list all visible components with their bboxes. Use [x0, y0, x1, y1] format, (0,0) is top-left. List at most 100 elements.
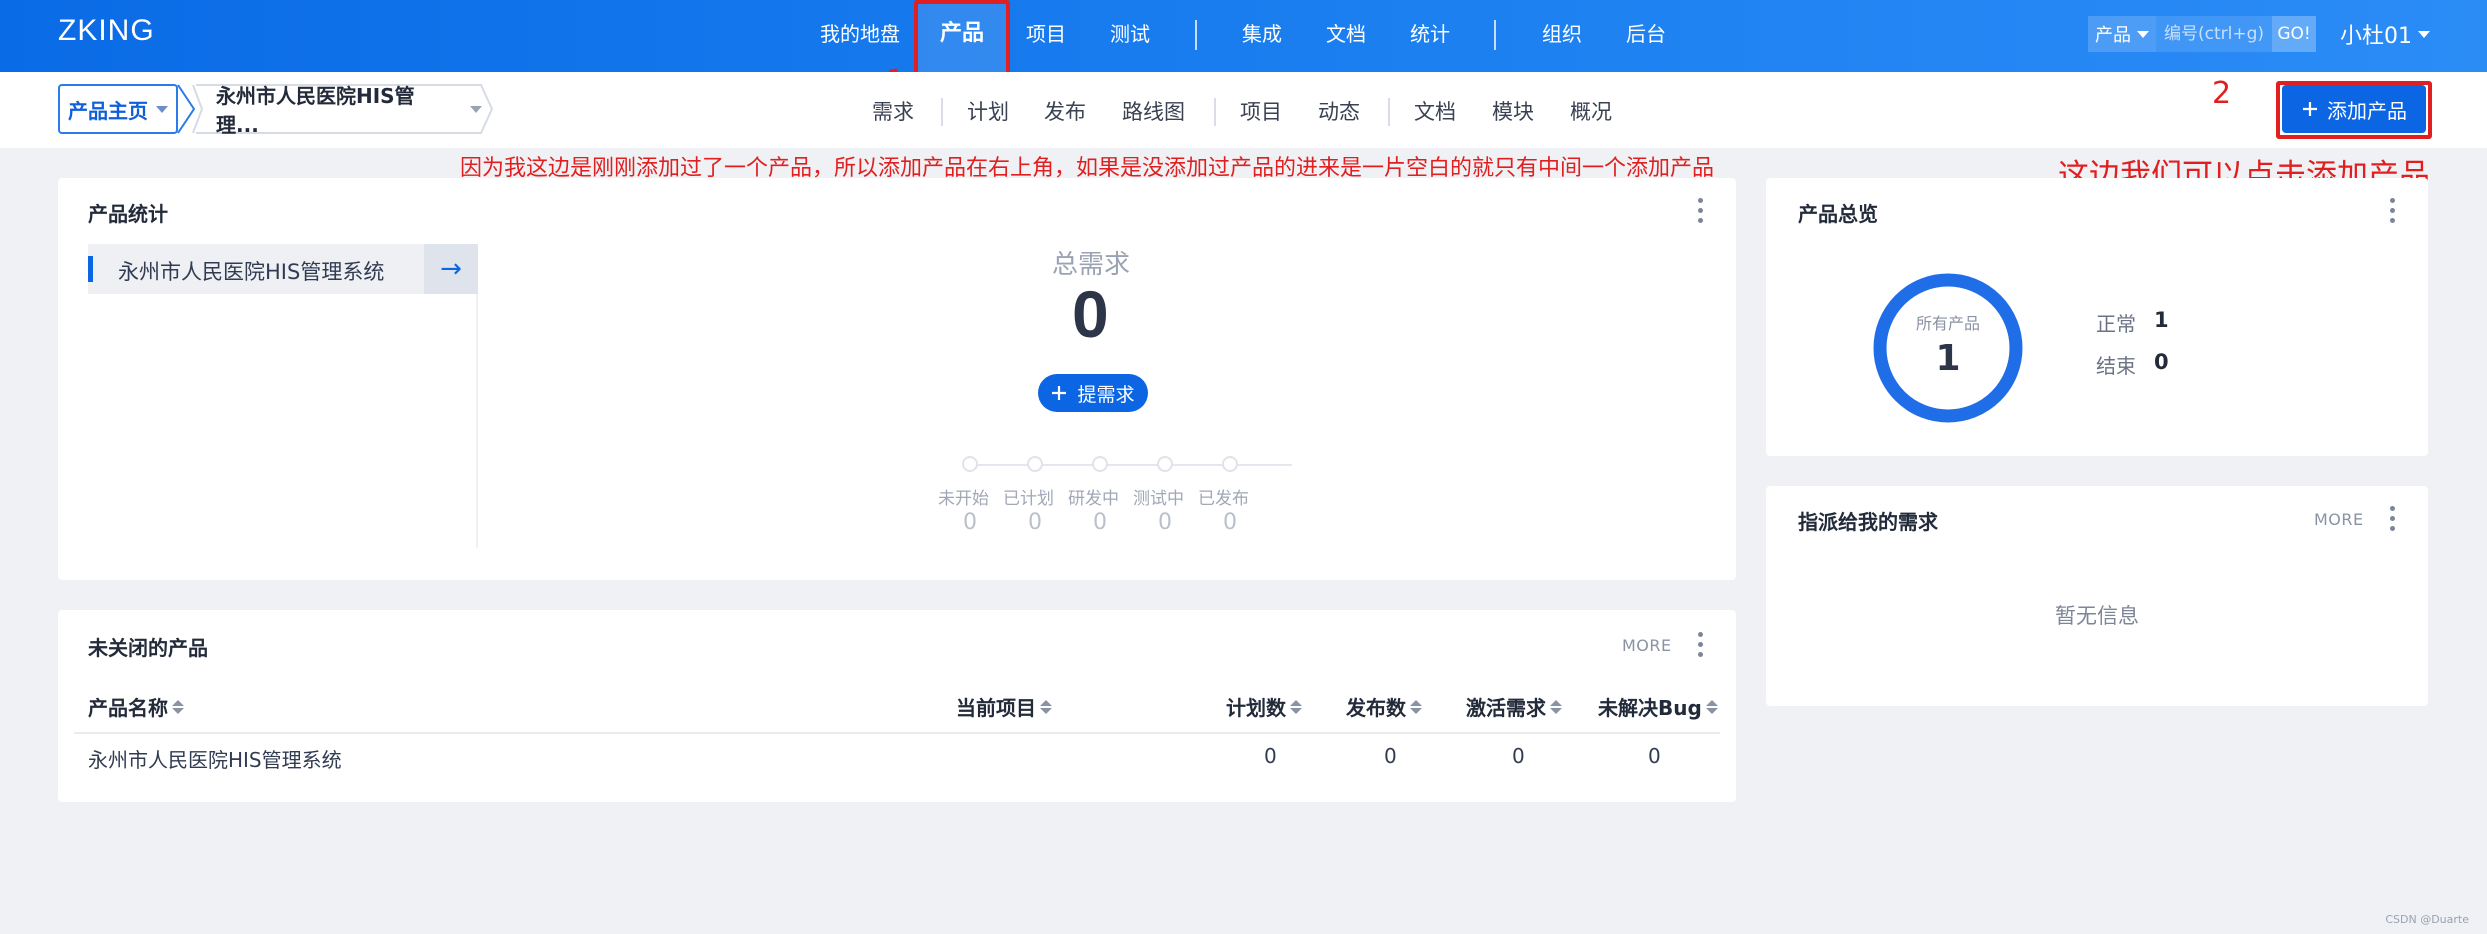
stage-value: 0: [1028, 510, 1042, 535]
column-header-label: 计划数: [1226, 696, 1286, 720]
nav-item-project[interactable]: 项目: [1026, 0, 1066, 72]
nav-item-admin[interactable]: 后台: [1626, 0, 1666, 72]
stage-dot: [1092, 456, 1108, 472]
top-navbar: ZKING 我的地盘 产品 项目 测试 集成 文档 统计 组织 后台 产品 GO…: [0, 0, 2487, 72]
breadcrumb-product-select[interactable]: 永州市人民医院HIS管理...: [196, 84, 482, 137]
annotation-number-2: 2: [2212, 76, 2232, 111]
cell-bugs: 0: [1648, 744, 1661, 768]
empty-state-text: 暂无信息: [2055, 604, 2139, 628]
add-story-label: 提需求: [1077, 383, 1135, 406]
cell-active-stories: 0: [1512, 744, 1525, 768]
breadcrumb-product-home[interactable]: 产品主页: [58, 84, 178, 134]
card-title: 未关闭的产品: [88, 636, 208, 660]
stage-dot: [1222, 456, 1238, 472]
column-header-active-stories[interactable]: 激活需求: [1466, 692, 1562, 721]
nav-item-org[interactable]: 组织: [1542, 0, 1582, 72]
normal-label: 正常: [2096, 312, 2136, 336]
stage-label: 研发中: [1068, 489, 1119, 509]
column-header-releases[interactable]: 发布数: [1346, 692, 1422, 721]
product-name: 永州市人民医院HIS管理系统: [118, 260, 385, 284]
subnav-item-module[interactable]: 模块: [1492, 96, 1534, 126]
subnav-item-overview[interactable]: 概况: [1570, 96, 1612, 126]
column-header-name[interactable]: 产品名称: [88, 692, 184, 721]
more-menu-icon[interactable]: [1698, 198, 1704, 228]
product-stats-card: 产品统计 永州市人民医院HIS管理系统 → 总需求 0 提需求 未开始 已计划 …: [58, 178, 1736, 580]
global-search: 产品 GO!: [2088, 16, 2316, 52]
chevron-down-icon: [2137, 30, 2149, 38]
nav-item-stats[interactable]: 统计: [1410, 0, 1450, 72]
product-overview-card: 产品总览 所有产品 1 正常 1 结束 0: [1766, 178, 2428, 456]
more-link[interactable]: MORE: [2314, 510, 2364, 529]
closed-label: 结束: [2096, 354, 2136, 378]
nav-divider: [1195, 20, 1197, 50]
user-menu[interactable]: 小杜01: [2340, 18, 2430, 50]
sort-icon: [1705, 699, 1718, 714]
subnav-item-dynamic[interactable]: 动态: [1318, 96, 1360, 126]
card-title: 产品统计: [88, 202, 168, 226]
column-header-label: 产品名称: [88, 696, 168, 720]
search-go-button[interactable]: GO!: [2272, 16, 2316, 52]
column-header-project[interactable]: 当前项目: [956, 692, 1052, 721]
sort-icon: [1410, 699, 1422, 714]
closed-value: 0: [2154, 350, 2169, 374]
total-story-value: 0: [1072, 277, 1109, 351]
sort-icon: [172, 699, 184, 714]
search-input[interactable]: [2156, 16, 2272, 52]
assigned-stories-card: 指派给我的需求 MORE 暂无信息: [1766, 486, 2428, 706]
stage-label: 已发布: [1198, 489, 1249, 509]
stage-label: 测试中: [1133, 489, 1184, 509]
nav-item-my[interactable]: 我的地盘: [820, 0, 900, 72]
arrow-right-icon[interactable]: →: [424, 244, 478, 294]
more-menu-icon[interactable]: [2390, 506, 2396, 536]
stage-label: 未开始: [938, 489, 989, 509]
column-header-label: 激活需求: [1466, 696, 1546, 720]
subnav-item-story[interactable]: 需求: [872, 96, 914, 126]
subnav-item-release[interactable]: 发布: [1044, 96, 1086, 126]
subnav-divider: [1214, 98, 1216, 126]
search-type-select[interactable]: 产品: [2088, 16, 2156, 52]
card-title: 指派给我的需求: [1798, 510, 1938, 534]
column-header-label: 当前项目: [956, 696, 1036, 720]
sub-navbar: 产品主页 永州市人民医院HIS管理... 需求 计划 发布 路线图 项目 动态 …: [0, 72, 2487, 148]
stage-dot: [1027, 456, 1043, 472]
active-indicator: [88, 256, 93, 282]
more-link[interactable]: MORE: [1622, 636, 1672, 655]
stage-value: 0: [1223, 510, 1237, 535]
user-name: 小杜01: [2340, 24, 2412, 49]
stage-value: 0: [963, 510, 977, 535]
nav-item-integration[interactable]: 集成: [1242, 0, 1282, 72]
sort-icon: [1290, 699, 1302, 714]
ring-value: 1: [1935, 338, 1961, 379]
cell-plans: 0: [1264, 744, 1277, 768]
nav-item-test[interactable]: 测试: [1110, 0, 1150, 72]
more-menu-icon[interactable]: [2390, 198, 2396, 228]
breadcrumb-arrow-icon: [480, 84, 494, 134]
column-header-label: 未解决Bug: [1598, 696, 1702, 720]
add-story-button[interactable]: 提需求: [1038, 374, 1148, 412]
sort-icon: [1550, 699, 1562, 714]
more-menu-icon[interactable]: [1698, 632, 1704, 662]
subnav-divider: [941, 98, 943, 126]
subnav-item-plan[interactable]: 计划: [967, 96, 1009, 126]
subnav-divider: [1388, 98, 1390, 126]
column-header-bugs[interactable]: 未解决Bug: [1598, 692, 1718, 721]
stage-dot: [1157, 456, 1173, 472]
subnav-item-doc[interactable]: 文档: [1414, 96, 1456, 126]
column-header-plans[interactable]: 计划数: [1226, 692, 1302, 721]
breadcrumb-home-label: 产品主页: [68, 98, 148, 123]
subnav-item-roadmap[interactable]: 路线图: [1122, 96, 1185, 126]
nav-item-product[interactable]: 产品: [940, 0, 984, 72]
add-product-button[interactable]: 添加产品: [2282, 85, 2426, 133]
add-product-label: 添加产品: [2327, 98, 2407, 123]
cell-product-name[interactable]: 永州市人民医院HIS管理系统: [88, 744, 342, 773]
nav-item-doc[interactable]: 文档: [1326, 0, 1366, 72]
stage-value: 0: [1158, 510, 1172, 535]
product-list-item[interactable]: 永州市人民医院HIS管理系统 →: [88, 244, 478, 294]
app-logo[interactable]: ZKING: [58, 14, 155, 48]
subnav-item-project[interactable]: 项目: [1240, 96, 1282, 126]
normal-value: 1: [2154, 308, 2169, 332]
sort-icon: [1040, 699, 1052, 714]
search-type-label: 产品: [2095, 25, 2131, 46]
column-header-label: 发布数: [1346, 696, 1406, 720]
card-title: 产品总览: [1798, 202, 1878, 226]
